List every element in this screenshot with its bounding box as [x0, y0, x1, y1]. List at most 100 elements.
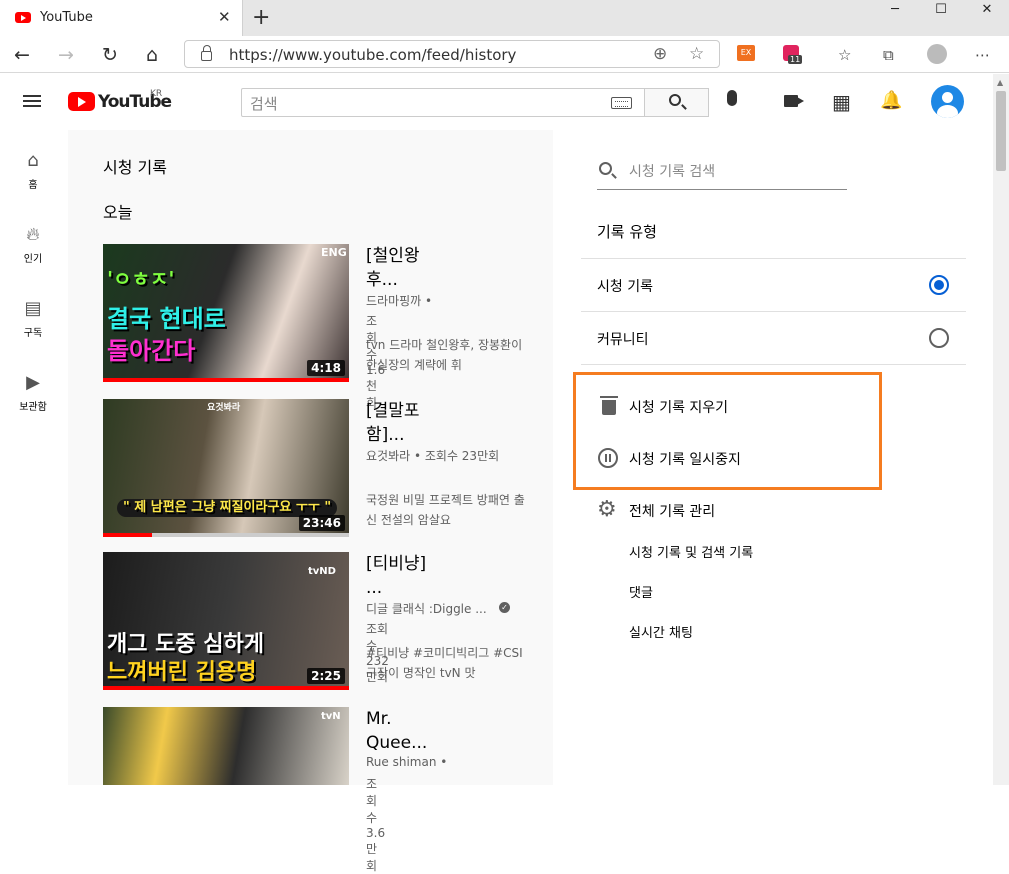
url-text[interactable]: https://www.youtube.com/feed/history — [229, 46, 516, 64]
history-type-heading: 기록 유형 — [597, 223, 657, 241]
minimize-button[interactable]: ─ — [872, 0, 918, 20]
history-search-input[interactable]: 시청 기록 검색 — [597, 155, 847, 190]
create-video-icon[interactable] — [784, 95, 798, 107]
video-title[interactable]: [철인왕후... — [366, 244, 446, 292]
pause-history-label: 시청 기록 일시중지 — [629, 452, 741, 468]
watch-progress-bar — [103, 533, 153, 537]
home-icon: ⌂ — [27, 150, 39, 171]
search-button[interactable] — [644, 88, 709, 117]
fire-icon: 🔥︎ — [26, 224, 40, 245]
search-placeholder: 검색 — [250, 95, 278, 113]
microphone-icon[interactable] — [727, 90, 737, 106]
video-title[interactable]: [티비냥] ... — [366, 552, 446, 600]
sidebar-item-trending[interactable]: 🔥︎ 인기 — [0, 224, 66, 265]
radio-watch-history[interactable] — [929, 275, 949, 295]
notifications-bell-icon[interactable]: 🔔 — [880, 90, 902, 111]
video-thumbnail[interactable]: ENG 'ㅇㅎㅈ' 결국 현대로 돌아간다 4:18 — [103, 244, 349, 382]
back-button[interactable]: ← — [14, 44, 30, 66]
extension-ex-icon[interactable]: EX — [737, 45, 755, 61]
profile-icon[interactable] — [927, 44, 947, 64]
option-watch-history-label[interactable]: 시청 기록 — [597, 276, 653, 296]
link-watch-and-search-history[interactable]: 시청 기록 및 검색 기록 — [629, 542, 753, 561]
channel-name[interactable]: Rue shiman • — [366, 755, 447, 769]
duration-badge: 23:46 — [298, 515, 345, 531]
channel-name[interactable]: 요것봐라 • 조회수 23만회 — [366, 447, 499, 464]
gear-icon: ⚙ — [597, 497, 617, 522]
link-comments[interactable]: 댓글 — [629, 582, 653, 601]
account-avatar[interactable] — [931, 85, 964, 118]
video-title[interactable]: [결말포함]... — [366, 399, 446, 447]
new-tab-button[interactable]: + — [252, 5, 270, 30]
favorite-star-icon[interactable]: ☆ — [689, 44, 704, 64]
trash-icon — [597, 395, 621, 419]
list-item[interactable]: 요것봐라 " 제 남편은 그냥 찌질이라구요 ㅜㅜ " 23:46 [결말포함]… — [103, 399, 525, 537]
lock-icon[interactable] — [201, 45, 212, 61]
manage-history-button[interactable]: ⚙ 전체 기록 관리 — [597, 497, 797, 523]
radio-community[interactable] — [929, 328, 949, 348]
sidebar-item-subscriptions[interactable]: ▤ 구독 — [0, 298, 66, 339]
sidebar-item-label: 구독 — [23, 328, 43, 339]
option-community-label[interactable]: 커뮤니티 — [597, 329, 649, 349]
search-input[interactable]: 검색 — [241, 88, 645, 117]
sidebar-item-library[interactable]: ▶ 보관함 — [0, 372, 66, 413]
maximize-button[interactable]: ☐ — [918, 0, 964, 20]
close-window-button[interactable]: ✕ — [964, 0, 1009, 20]
thumbnail-text: 돌아간다 — [107, 337, 196, 365]
link-live-chat[interactable]: 실시간 채팅 — [629, 622, 693, 641]
extension-badge-icon[interactable]: 11 — [783, 45, 803, 67]
clear-history-button[interactable]: 시청 기록 지우기 — [597, 395, 797, 419]
collections-icon[interactable]: ⧉ — [883, 46, 894, 64]
list-item[interactable]: tvN Mr. Quee... Rue shiman • 조회수 3.6만회 — [103, 707, 447, 873]
page-title: 시청 기록 — [103, 158, 167, 177]
duration-badge: 2:25 — [307, 668, 345, 684]
video-thumbnail[interactable]: tvND 개그 도중 심하게 느껴버린 김용명 2:25 — [103, 552, 349, 690]
refresh-button[interactable]: ↻ — [102, 44, 118, 66]
video-description: #티비냥 #코미디빅리그 #CSI 구작이 명작인 tvN 맛 — [366, 646, 523, 680]
subscriptions-icon: ▤ — [24, 298, 42, 319]
hamburger-menu-icon[interactable] — [23, 95, 41, 107]
library-icon: ▶ — [26, 372, 40, 393]
keyboard-icon[interactable] — [611, 97, 632, 109]
sidebar-item-label: 보관함 — [19, 402, 47, 413]
add-to-collection-icon[interactable]: ⊕ — [653, 44, 667, 64]
video-thumbnail[interactable]: 요것봐라 " 제 남편은 그냥 찌질이라구요 ㅜㅜ " 23:46 — [103, 399, 349, 537]
list-item[interactable]: ENG 'ㅇㅎㅈ' 결국 현대로 돌아간다 4:18 [철인왕후... 드라마핑… — [103, 244, 522, 410]
apps-grid-icon[interactable]: ▦ — [832, 90, 851, 114]
channel-name[interactable]: 디글 클래식 :Diggle ... — [366, 600, 487, 617]
youtube-logo-icon[interactable] — [68, 92, 95, 111]
pause-history-button[interactable]: 시청 기록 일시중지 — [597, 447, 797, 471]
scrollbar-thumb[interactable] — [996, 91, 1006, 171]
thumbnail-badge: ENG — [321, 246, 347, 259]
extension-badge-count: 11 — [788, 55, 803, 64]
channel-name[interactable]: 드라마핑까 • — [366, 292, 432, 309]
favorites-icon[interactable]: ☆ — [838, 46, 851, 64]
address-bar[interactable]: https://www.youtube.com/feed/history ⊕ ☆ — [184, 40, 720, 68]
thumbnail-text: 개그 도중 심하게 — [107, 632, 264, 657]
sidebar-item-label: 인기 — [23, 254, 43, 265]
section-heading-today: 오늘 — [103, 203, 133, 222]
video-thumbnail[interactable]: tvN — [103, 707, 349, 785]
list-item[interactable]: tvND 개그 도중 심하게 느껴버린 김용명 2:25 [티비냥] ... 디… — [103, 552, 523, 690]
browser-tab-youtube[interactable]: YouTube ✕ — [0, 0, 243, 36]
view-count: 조회수 3.6만회 — [366, 777, 386, 873]
video-title[interactable]: Mr. Quee... — [366, 707, 446, 755]
scroll-up-icon[interactable]: ▲ — [997, 78, 1003, 87]
close-tab-icon[interactable]: ✕ — [218, 8, 231, 26]
watch-progress-bar — [103, 686, 349, 690]
thumbnail-badge: tvN — [321, 711, 341, 722]
pause-icon — [597, 447, 621, 471]
region-code: KR — [150, 89, 163, 99]
thumbnail-badge: tvND — [308, 566, 336, 577]
divider — [581, 258, 966, 259]
sidebar-item-label: 홈 — [28, 180, 38, 191]
sidebar-item-home[interactable]: ⌂ 홈 — [0, 150, 66, 191]
home-button[interactable]: ⌂ — [146, 44, 158, 66]
forward-button[interactable]: → — [58, 44, 74, 66]
manage-history-label: 전체 기록 관리 — [629, 504, 716, 520]
thumbnail-badge: 요것봐라 — [207, 403, 241, 413]
more-menu-icon[interactable]: ⋯ — [975, 46, 990, 64]
thumbnail-text: 결국 현대로 — [107, 305, 226, 333]
video-description: 국정원 비밀 프로젝트 방패연 출신 전설의 암살요 — [366, 493, 525, 527]
page-scrollbar[interactable]: ▲ — [993, 74, 1009, 785]
verified-check-icon: ✓ — [499, 602, 510, 613]
